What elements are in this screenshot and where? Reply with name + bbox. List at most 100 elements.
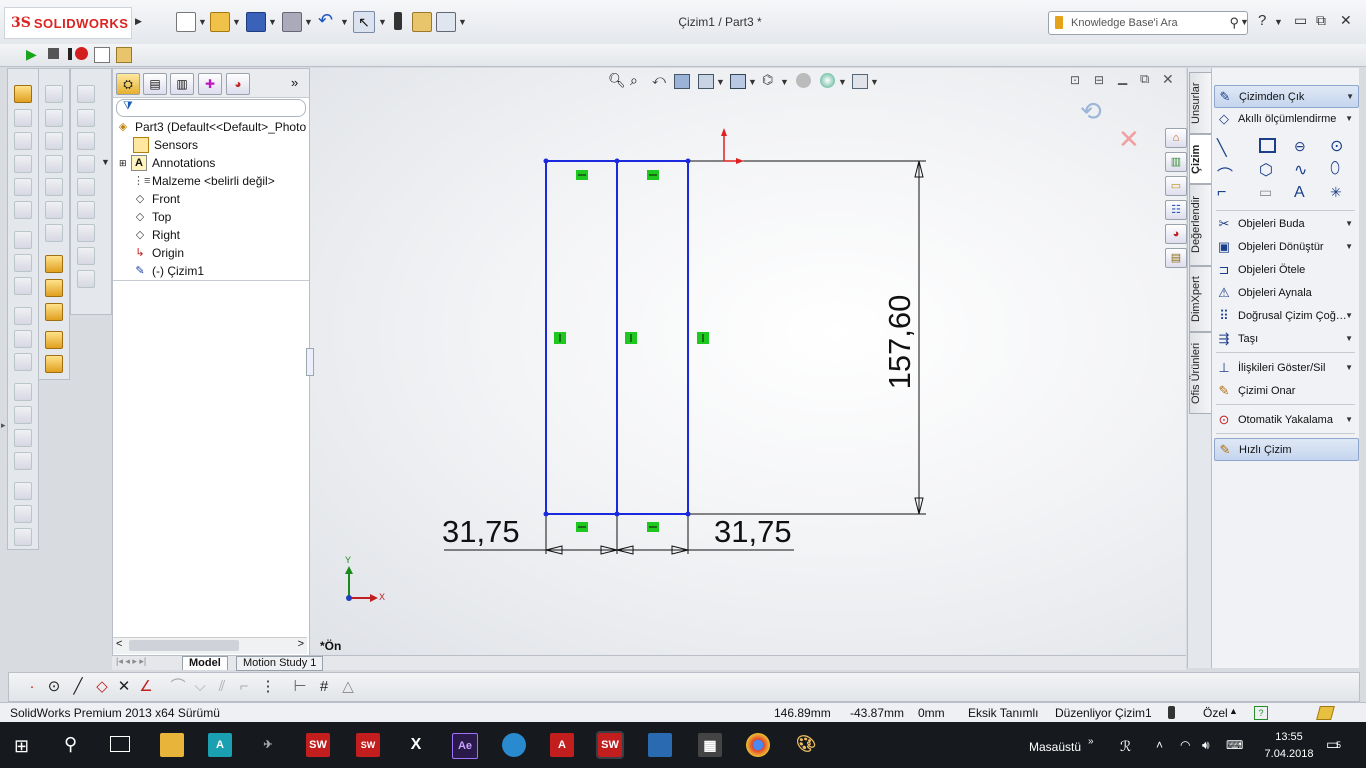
search-icon[interactable]: ⚲ [1229, 15, 1239, 31]
linear-pattern-icon[interactable] [14, 528, 32, 546]
open-folder-icon[interactable] [210, 12, 230, 32]
record-macro-icon[interactable] [75, 47, 88, 60]
scroll-left-icon[interactable]: < [116, 638, 122, 650]
linear-sketch-pattern-button[interactable]: ⠿ Doğrusal Çizim Çoğ… ▼ [1214, 305, 1357, 326]
circle-tool-icon[interactable]: ⊙ [45, 678, 63, 696]
graphics-area[interactable]: 🔍︎ ⌕ ⤺ ▼ ▼ ⌬ ▼ ▼ ▼ ⊡ ⊟ ▁ ⧉ ✕ ⟲ ✕ 31,75 3… [306, 68, 1186, 655]
surface-revolve-icon[interactable] [77, 109, 95, 127]
options-icon[interactable] [436, 12, 456, 32]
dropdown-icon[interactable]: ▼ [1345, 242, 1353, 251]
surface-extrude-icon[interactable] [77, 85, 95, 103]
chrome-taskbar-icon[interactable] [746, 733, 770, 757]
print-dropdown-icon[interactable]: ▼ [304, 17, 313, 27]
chamfer-tool-icon[interactable]: ⌵ [191, 678, 209, 696]
new-dropdown-icon[interactable]: ▼ [198, 17, 207, 27]
slot-icon[interactable]: ⊖ [1294, 138, 1306, 155]
property-manager-tab-icon[interactable]: ▤ [143, 73, 167, 95]
expand-tabs-icon[interactable]: » [291, 75, 298, 90]
spline-icon[interactable]: ∿ [1294, 160, 1307, 180]
photos-taskbar-icon[interactable] [648, 733, 672, 757]
units-dropdown-icon[interactable]: ▲ [1229, 706, 1238, 716]
tab-sketch[interactable]: Çizim [1189, 134, 1212, 184]
dropdown-icon[interactable]: ▼ [1345, 334, 1353, 343]
wrap-icon[interactable] [14, 452, 32, 470]
loft-boss-icon[interactable] [14, 155, 32, 173]
revolved-cut-icon[interactable] [14, 254, 32, 272]
help-status-icon[interactable]: ? [1254, 706, 1268, 720]
sketch-edit-icon[interactable] [45, 255, 63, 273]
scroll-thumb[interactable] [129, 640, 239, 651]
trim-tool-icon[interactable]: ✕ [115, 678, 133, 696]
expand-toggle-icon[interactable]: ⊞ [119, 158, 129, 169]
feature-tree-tab-icon[interactable]: ⛭ [116, 73, 140, 95]
tab-evaluate[interactable]: Değerlendir [1189, 184, 1212, 266]
paint-taskbar-icon[interactable]: 🎨︎ [794, 733, 818, 757]
reference-geometry-icon[interactable] [45, 85, 63, 103]
split-line-icon[interactable] [45, 201, 63, 219]
units-selector[interactable]: Özel [1203, 706, 1228, 720]
rebuild-status-icon[interactable] [1168, 706, 1175, 719]
solidworks-logo[interactable]: 3S SOLIDWORKS [4, 7, 132, 39]
tree-horizontal-scrollbar[interactable]: < > [113, 637, 307, 654]
print-icon[interactable] [282, 12, 302, 32]
new-document-icon[interactable] [176, 12, 196, 32]
trim-entities-button[interactable]: ✂ Objeleri Buda ▼ [1214, 213, 1357, 234]
offset-entities-button[interactable]: ⊐ Objeleri Ötele [1214, 259, 1357, 280]
dome-icon[interactable] [14, 482, 32, 500]
convert-entities-button[interactable]: ▣ Objeleri Dönüştür ▼ [1214, 236, 1357, 257]
appearances-icon[interactable]: ◕ [1165, 224, 1187, 244]
dropdown-icon[interactable]: ▼ [1345, 114, 1353, 123]
tree-item-origin[interactable]: ↳ Origin [133, 244, 184, 262]
solidworks-active-taskbar-icon[interactable]: SW [596, 731, 624, 759]
search-input[interactable]: Knowledge Base'i Ara [1071, 17, 1178, 29]
windows-start-icon[interactable]: ⊞ [14, 736, 29, 757]
line-tool-icon[interactable]: ╱ [69, 678, 87, 696]
smart-dimension-icon[interactable] [45, 279, 63, 297]
rib-icon[interactable] [14, 383, 32, 401]
add-relation-icon[interactable] [45, 303, 63, 321]
autocad-taskbar-icon[interactable]: A [550, 733, 574, 757]
tree-item-material[interactable]: ⋮≡ Malzeme <belirli değil> [133, 172, 275, 190]
new-macro-icon[interactable] [94, 47, 110, 63]
dropdown-icon[interactable]: ▼ [1345, 363, 1353, 372]
file-explorer-taskbar-icon[interactable] [160, 733, 184, 757]
dimension-right[interactable]: 31,75 [714, 514, 792, 550]
dimxpert-tab-icon[interactable]: ✚ [198, 73, 222, 95]
display-relations-icon[interactable] [45, 331, 63, 349]
run-macro-icon[interactable]: ▶ [26, 46, 37, 63]
tree-item-sketch1[interactable]: ✎ (-) Çizim1 [133, 262, 204, 280]
dropdown-icon[interactable]: ▼ [1346, 92, 1354, 101]
undo-icon[interactable]: ↶ [318, 11, 336, 30]
mirror-entities-button[interactable]: ⚠ Objeleri Aynala [1214, 282, 1357, 303]
revolve-boss-icon[interactable] [14, 109, 32, 127]
tab-features[interactable]: Unsurlar [1189, 72, 1212, 134]
configuration-manager-tab-icon[interactable]: ▥ [170, 73, 194, 95]
dropdown-icon[interactable]: ▼ [1345, 415, 1353, 424]
surface-trim-icon[interactable] [77, 224, 95, 242]
design-library-icon[interactable]: ▥ [1165, 152, 1187, 172]
tree-root[interactable]: ◈ Part3 (Default<<Default>_Photo [116, 118, 306, 136]
plane-sketch-icon[interactable]: ▭ [1259, 184, 1272, 201]
input-method-icon[interactable]: ⌨ [1226, 738, 1243, 752]
restore-icon[interactable]: ⧉ [1316, 12, 1326, 29]
custom-properties-icon[interactable]: ▤ [1165, 248, 1187, 268]
tag-icon[interactable] [1316, 706, 1335, 720]
tree-item-front[interactable]: ◇ Front [133, 190, 180, 208]
save-icon[interactable] [246, 12, 266, 32]
lofted-cut-icon[interactable] [14, 307, 32, 325]
repair-sketch-button[interactable]: ✎ Çizimi Onar [1214, 380, 1357, 401]
surface-move-icon[interactable] [77, 155, 95, 173]
polygon-tool-icon[interactable]: ◇ [93, 678, 111, 696]
corner-tool-icon[interactable]: ⌐ [235, 678, 253, 696]
solidworks-2016-taskbar-icon[interactable]: SW [356, 733, 380, 757]
dimension-height[interactable]: 157,60 [880, 287, 920, 397]
search-dropdown-icon[interactable]: ▼ [1240, 17, 1249, 27]
dropdown-icon[interactable]: ▼ [1345, 311, 1353, 320]
polygon-icon[interactable]: ⬡ [1259, 160, 1273, 180]
tree-item-annotations[interactable]: ⊞ A Annotations [119, 154, 215, 172]
mirror-feature-icon[interactable] [14, 505, 32, 523]
exit-sketch-button[interactable]: ✎ Çizimden Çık ▼ [1214, 85, 1359, 108]
angle-tool-icon[interactable]: ∠ [137, 678, 155, 696]
left-collapse-icon[interactable]: ▸ [1, 420, 6, 431]
tab-model[interactable]: Model [182, 656, 228, 670]
